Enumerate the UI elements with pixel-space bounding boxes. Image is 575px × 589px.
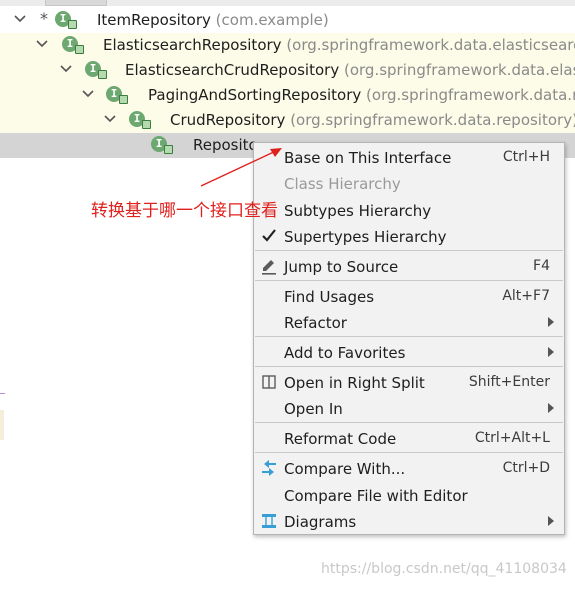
chevron-down-icon[interactable] xyxy=(82,88,94,100)
tree-row-label: Reposito xyxy=(193,136,258,154)
tree-row-label: ElasticsearchRepository (org.springframe… xyxy=(103,36,575,54)
gutter-mark xyxy=(0,393,5,394)
menu-item-label: Class Hierarchy xyxy=(284,175,401,193)
compare-arrows-icon xyxy=(262,460,276,476)
menu-item-label: Refactor xyxy=(284,314,347,332)
submenu-arrow-icon xyxy=(548,403,554,413)
chevron-down-icon[interactable] xyxy=(104,113,116,125)
menu-item-label: Compare With... xyxy=(284,460,406,478)
interface-icon: I xyxy=(85,61,107,79)
menu-item-find-usages[interactable]: Find Usages Alt+F7 xyxy=(254,284,564,308)
menu-item-label: Diagrams xyxy=(284,513,357,531)
chevron-down-icon[interactable] xyxy=(36,38,48,50)
checkmark-icon xyxy=(262,229,276,242)
asterisk-icon: * xyxy=(40,9,48,28)
tree-row-crud-repository[interactable]: I CrudRepository (org.springframework.da… xyxy=(0,108,575,133)
menu-item-label: Jump to Source xyxy=(284,258,399,276)
submenu-arrow-icon xyxy=(548,516,554,526)
menu-item-shortcut: Shift+Enter xyxy=(468,374,550,390)
menu-item-supertypes-hierarchy[interactable]: Supertypes Hierarchy xyxy=(254,224,564,248)
chevron-down-icon[interactable] xyxy=(14,13,26,25)
menu-separator xyxy=(255,280,563,281)
menu-item-open-in-right-split[interactable]: Open in Right Split Shift+Enter xyxy=(254,370,564,394)
interface-icon: I xyxy=(129,111,151,129)
menu-separator xyxy=(255,366,563,367)
tree-row-paging-and-sorting-repository[interactable]: I PagingAndSortingRepository (org.spring… xyxy=(0,83,575,108)
menu-item-add-to-favorites[interactable]: Add to Favorites xyxy=(254,340,564,364)
menu-item-label: Open In xyxy=(284,400,343,418)
access-modifier-icon xyxy=(98,70,107,79)
interface-icon: I xyxy=(55,11,77,29)
split-view-icon xyxy=(262,375,276,389)
menu-item-jump-to-source[interactable]: Jump to Source F4 xyxy=(254,254,564,278)
menu-item-class-hierarchy: Class Hierarchy xyxy=(254,171,564,195)
gutter-mark xyxy=(0,410,4,440)
tree-row-elasticsearch-crud-repository[interactable]: I ElasticsearchCrudRepository (org.sprin… xyxy=(0,58,575,83)
menu-item-shortcut: F4 xyxy=(533,258,550,274)
menu-item-label: Open in Right Split xyxy=(284,374,425,392)
annotation-text: 转换基于哪一个接口查看 xyxy=(91,201,278,221)
menu-item-label: Add to Favorites xyxy=(284,344,406,362)
menu-item-shortcut: Alt+F7 xyxy=(502,288,550,304)
submenu-arrow-icon xyxy=(548,317,554,327)
tree-row-label: PagingAndSortingRepository (org.springfr… xyxy=(148,86,575,104)
menu-item-shortcut: Ctrl+Alt+L xyxy=(474,430,550,446)
interface-icon: I xyxy=(151,136,173,154)
tab-stub[interactable] xyxy=(45,0,107,6)
menu-item-open-in[interactable]: Open In xyxy=(254,396,564,420)
menu-separator xyxy=(255,422,563,423)
top-tab-strip xyxy=(0,0,575,6)
watermark: https://blog.csdn.net/qq_41108034 xyxy=(321,561,567,577)
tree-row-elasticsearch-repository[interactable]: I ElasticsearchRepository (org.springfra… xyxy=(0,33,575,58)
interface-icon: I xyxy=(106,86,128,104)
menu-item-compare-with[interactable]: Compare With... Ctrl+D xyxy=(254,456,564,480)
access-modifier-icon xyxy=(142,120,151,129)
pencil-icon xyxy=(262,260,276,275)
menu-item-refactor[interactable]: Refactor xyxy=(254,310,564,334)
tree-row-label: ItemRepository (com.example) xyxy=(97,11,329,29)
menu-separator xyxy=(255,452,563,453)
menu-separator xyxy=(255,250,563,251)
submenu-arrow-icon xyxy=(548,347,554,357)
menu-item-label: Compare File with Editor xyxy=(284,487,468,505)
menu-item-base-on-this-interface[interactable]: Base on This Interface Ctrl+H xyxy=(254,145,564,169)
menu-item-label: Supertypes Hierarchy xyxy=(284,228,447,246)
menu-item-label: Subtypes Hierarchy xyxy=(284,202,432,220)
menu-item-label: Reformat Code xyxy=(284,430,397,448)
menu-item-compare-file-with-editor[interactable]: Compare File with Editor xyxy=(254,483,564,507)
access-modifier-icon xyxy=(68,20,77,29)
menu-item-shortcut: Ctrl+H xyxy=(502,149,550,165)
menu-item-label: Find Usages xyxy=(284,288,375,306)
tree-row-item-repository[interactable]: * I ItemRepository (com.example) xyxy=(0,8,575,33)
menu-separator xyxy=(255,336,563,337)
access-modifier-icon xyxy=(75,45,84,54)
menu-item-diagrams[interactable]: Diagrams xyxy=(254,509,564,533)
tree-row-label: CrudRepository (org.springframework.data… xyxy=(170,111,575,129)
menu-item-shortcut: Ctrl+D xyxy=(502,460,550,476)
access-modifier-icon xyxy=(164,145,173,154)
access-modifier-icon xyxy=(119,95,128,104)
tree-row-label: ElasticsearchCrudRepository (org.springf… xyxy=(125,61,575,79)
chevron-down-icon[interactable] xyxy=(60,63,72,75)
menu-item-subtypes-hierarchy[interactable]: Subtypes Hierarchy xyxy=(254,198,564,222)
menu-item-label: Base on This Interface xyxy=(284,149,452,167)
diagram-icon xyxy=(262,514,276,528)
menu-item-reformat-code[interactable]: Reformat Code Ctrl+Alt+L xyxy=(254,426,564,450)
interface-icon: I xyxy=(62,36,84,54)
context-menu: Base on This Interface Ctrl+H Class Hier… xyxy=(253,142,565,535)
